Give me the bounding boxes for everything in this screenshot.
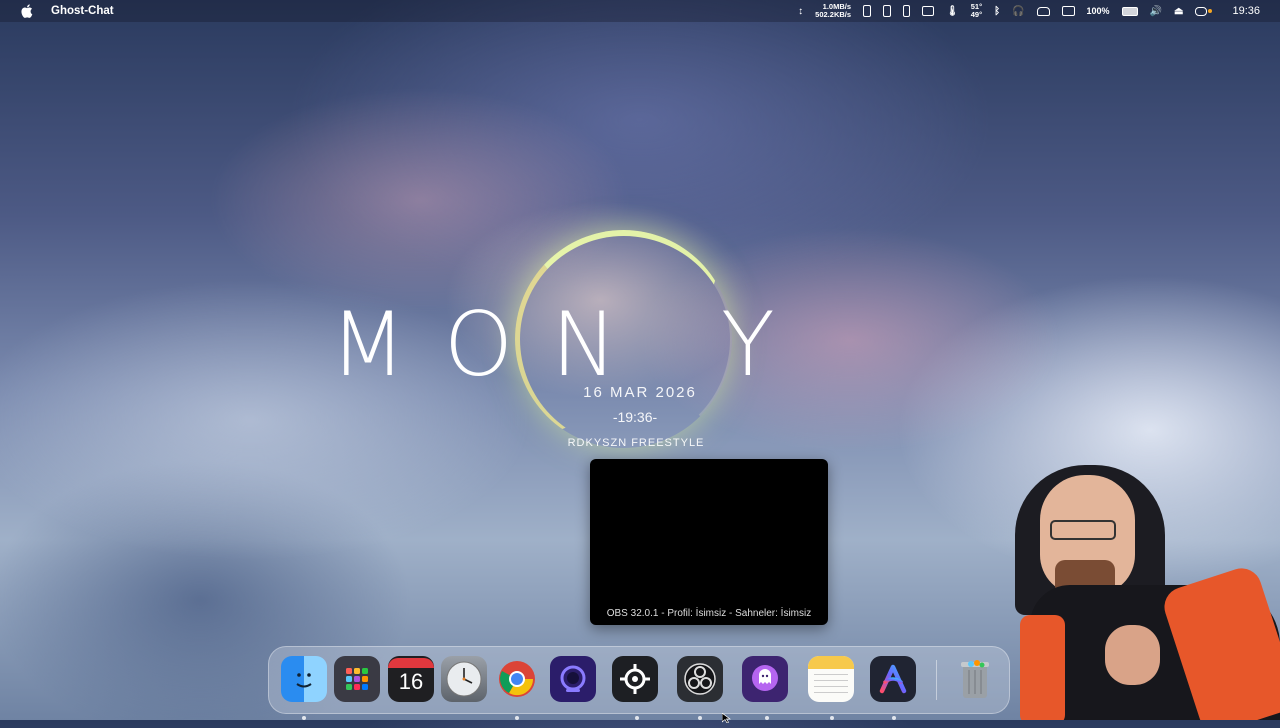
cpu-icon[interactable]: [883, 5, 892, 17]
calendar-header-bar: [388, 658, 434, 668]
menu-bar: Ghost-Chat ↕ 1.0MB/s 502.2KB/s 🌡 51° 49°…: [0, 0, 1280, 22]
obs-alt-icon[interactable]: [550, 656, 596, 702]
webcam-glasses: [1050, 520, 1116, 540]
notes-lines: [814, 674, 848, 694]
battery-icon[interactable]: [1121, 6, 1138, 16]
running-indicator-dot: [765, 716, 769, 720]
running-indicator-dot: [302, 716, 306, 720]
headphones-icon[interactable]: 🎧: [1012, 6, 1024, 17]
webcam-hand: [1105, 625, 1160, 685]
volume-icon[interactable]: 🔊: [1150, 6, 1162, 17]
network-arrows-icon: ↕: [798, 5, 804, 17]
car-icon[interactable]: [1036, 6, 1050, 16]
running-indicator-dot: [635, 716, 639, 720]
menubar-clock[interactable]: 19:36: [1232, 5, 1260, 17]
running-indicator-dot: [515, 716, 519, 720]
clock-app-icon[interactable]: [441, 656, 487, 702]
trash-icon[interactable]: [952, 656, 998, 702]
notes-icon[interactable]: [808, 656, 854, 702]
launchpad-icon[interactable]: [334, 656, 380, 702]
network-speed[interactable]: 1.0MB/s 502.2KB/s: [815, 3, 851, 19]
widget-date: 16 MAR 2026: [583, 384, 697, 401]
net-download: 502.2KB/s: [815, 10, 852, 19]
calendar-day: 16: [398, 669, 424, 694]
temperature-readout[interactable]: 51° 49°: [971, 3, 982, 19]
sidebar-icon[interactable]: [922, 6, 935, 16]
memory-icon[interactable]: [863, 5, 872, 17]
running-indicator-dot: [830, 716, 834, 720]
control-center-icon[interactable]: [1195, 6, 1213, 16]
bluetooth-icon[interactable]: ᛒ: [994, 6, 1000, 17]
mouse-pointer-icon: [721, 710, 732, 728]
chrome-icon[interactable]: [494, 656, 540, 702]
obs-window-title: OBS 32.0.1 - Profil: İsimsiz - Sahneler:…: [606, 608, 812, 619]
widget-time: -19:36-: [612, 409, 658, 425]
apple-icon[interactable]: [20, 4, 34, 18]
active-app-name[interactable]: Ghost-Chat: [51, 5, 114, 17]
obs-window-preview[interactable]: OBS 32.0.1 - Profil: İsimsiz - Sahneler:…: [590, 459, 828, 625]
running-indicator-dot: [698, 716, 702, 720]
phone-icon[interactable]: [903, 5, 911, 17]
webcam-overlay: [1010, 465, 1280, 720]
widget-subtitle: RDKYSZN FREESTYLE: [567, 437, 705, 449]
obs-icon[interactable]: [677, 656, 723, 702]
thermometer-icon: 🌡: [946, 5, 959, 17]
calendar-icon[interactable]: 16: [388, 656, 434, 702]
battery-percent[interactable]: 100%: [1087, 6, 1110, 16]
running-indicator-dot: [892, 716, 896, 720]
widget-brand-text: MON Y: [330, 293, 813, 396]
ghost-chat-icon[interactable]: [742, 656, 788, 702]
arc-browser-icon[interactable]: [870, 656, 916, 702]
steelseries-icon[interactable]: [612, 656, 658, 702]
notes-header-bar: [808, 656, 854, 669]
dock-separator: [936, 660, 937, 700]
finder-icon[interactable]: [281, 656, 327, 702]
display-icon[interactable]: [1061, 6, 1075, 16]
eject-icon[interactable]: ⏏: [1174, 6, 1183, 17]
temp-low: 49°: [970, 10, 983, 19]
webcam-jacket-left: [1020, 615, 1065, 720]
